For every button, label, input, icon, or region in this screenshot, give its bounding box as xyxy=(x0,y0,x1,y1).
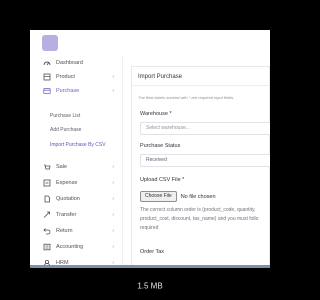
chevron-icon: ‹ xyxy=(112,212,114,218)
warehouse-select[interactable]: Select warehouse... xyxy=(140,122,270,135)
submenu-item-import-purchase-csv[interactable]: Import Purchase By CSV xyxy=(50,142,106,148)
submenu-item-add-purchase[interactable]: Add Purchase xyxy=(50,127,81,133)
import-purchase-card: Import Purchase The field labels marked … xyxy=(131,66,270,268)
csv-help-text-line-3: required xyxy=(140,225,159,231)
sidebar-item-label: Transfer xyxy=(56,212,77,218)
purchase-icon xyxy=(43,87,51,95)
sidebar-item-label: Expense xyxy=(56,180,78,186)
warehouse-label: Warehouse * xyxy=(140,111,172,117)
file-status-text: No file chosen xyxy=(180,193,216,200)
sidebar-item-label: Product xyxy=(56,74,75,80)
expense-icon xyxy=(43,179,51,187)
sidebar: Dashboard Product ‹ Purchase ‹ Purchase … xyxy=(30,56,123,268)
chevron-icon: ‹ xyxy=(112,228,114,234)
sidebar-item-sale[interactable]: Sale ‹ xyxy=(30,160,122,174)
chevron-icon: ‹ xyxy=(112,196,114,202)
sidebar-item-accounting[interactable]: Accounting ‹ xyxy=(30,240,122,254)
quotation-icon xyxy=(43,195,51,203)
purchase-status-select[interactable]: Received xyxy=(140,154,270,167)
app-logo[interactable] xyxy=(42,35,58,51)
choose-file-button[interactable]: Choose File xyxy=(140,191,177,202)
csv-file-input: Choose File No file chosen xyxy=(140,191,216,202)
chevron-icon: ‹ xyxy=(112,88,114,94)
product-icon xyxy=(43,73,51,81)
sidebar-item-return[interactable]: Return ‹ xyxy=(30,224,122,238)
file-size-caption: 1.5 MB xyxy=(137,281,163,291)
sidebar-item-label: Return xyxy=(56,228,73,234)
sidebar-item-label: Dashboard xyxy=(56,60,83,66)
sidebar-item-product[interactable]: Product ‹ xyxy=(30,70,122,84)
csv-help-text-line-1: The correct column order is (product_cod… xyxy=(140,207,256,213)
bottom-scrollbar[interactable] xyxy=(30,265,270,268)
return-icon xyxy=(43,227,51,235)
csv-help-text-line-2: product_cost, discount, tax_name) and yo… xyxy=(140,216,259,222)
sidebar-item-dashboard[interactable]: Dashboard xyxy=(30,56,122,70)
required-fields-note: The field labels marked with * are requi… xyxy=(138,95,235,100)
sale-icon xyxy=(43,163,51,171)
dashboard-icon xyxy=(43,59,51,67)
chevron-icon: ‹ xyxy=(112,74,114,80)
main-content: Import Purchase The field labels marked … xyxy=(131,66,270,268)
sidebar-item-quotation[interactable]: Quotation ‹ xyxy=(30,192,122,206)
page-title: Import Purchase xyxy=(138,74,183,80)
sidebar-item-label: Sale xyxy=(56,164,68,170)
transfer-icon xyxy=(43,211,51,219)
submenu-item-purchase-list[interactable]: Purchase List xyxy=(50,113,80,119)
sidebar-item-expense[interactable]: Expense ‹ xyxy=(30,176,122,190)
card-header: Import Purchase xyxy=(132,67,269,86)
sidebar-item-label: Accounting xyxy=(56,244,84,250)
chevron-icon: ‹ xyxy=(112,164,114,170)
sidebar-item-label: Quotation xyxy=(56,196,80,202)
screenshot-frame: Dashboard Product ‹ Purchase ‹ Purchase … xyxy=(30,30,270,268)
csv-file-label: Upload CSV File * xyxy=(140,177,185,183)
sidebar-item-purchase[interactable]: Purchase ‹ xyxy=(30,84,122,98)
sidebar-item-label: Purchase xyxy=(56,88,80,94)
order-tax-label: Order Tax xyxy=(140,249,165,255)
accounting-icon xyxy=(43,243,51,251)
chevron-icon: ‹ xyxy=(112,180,114,186)
chevron-icon: ‹ xyxy=(112,244,114,250)
sidebar-item-transfer[interactable]: Transfer ‹ xyxy=(30,208,122,222)
purchase-status-label: Purchase Status xyxy=(140,143,181,149)
